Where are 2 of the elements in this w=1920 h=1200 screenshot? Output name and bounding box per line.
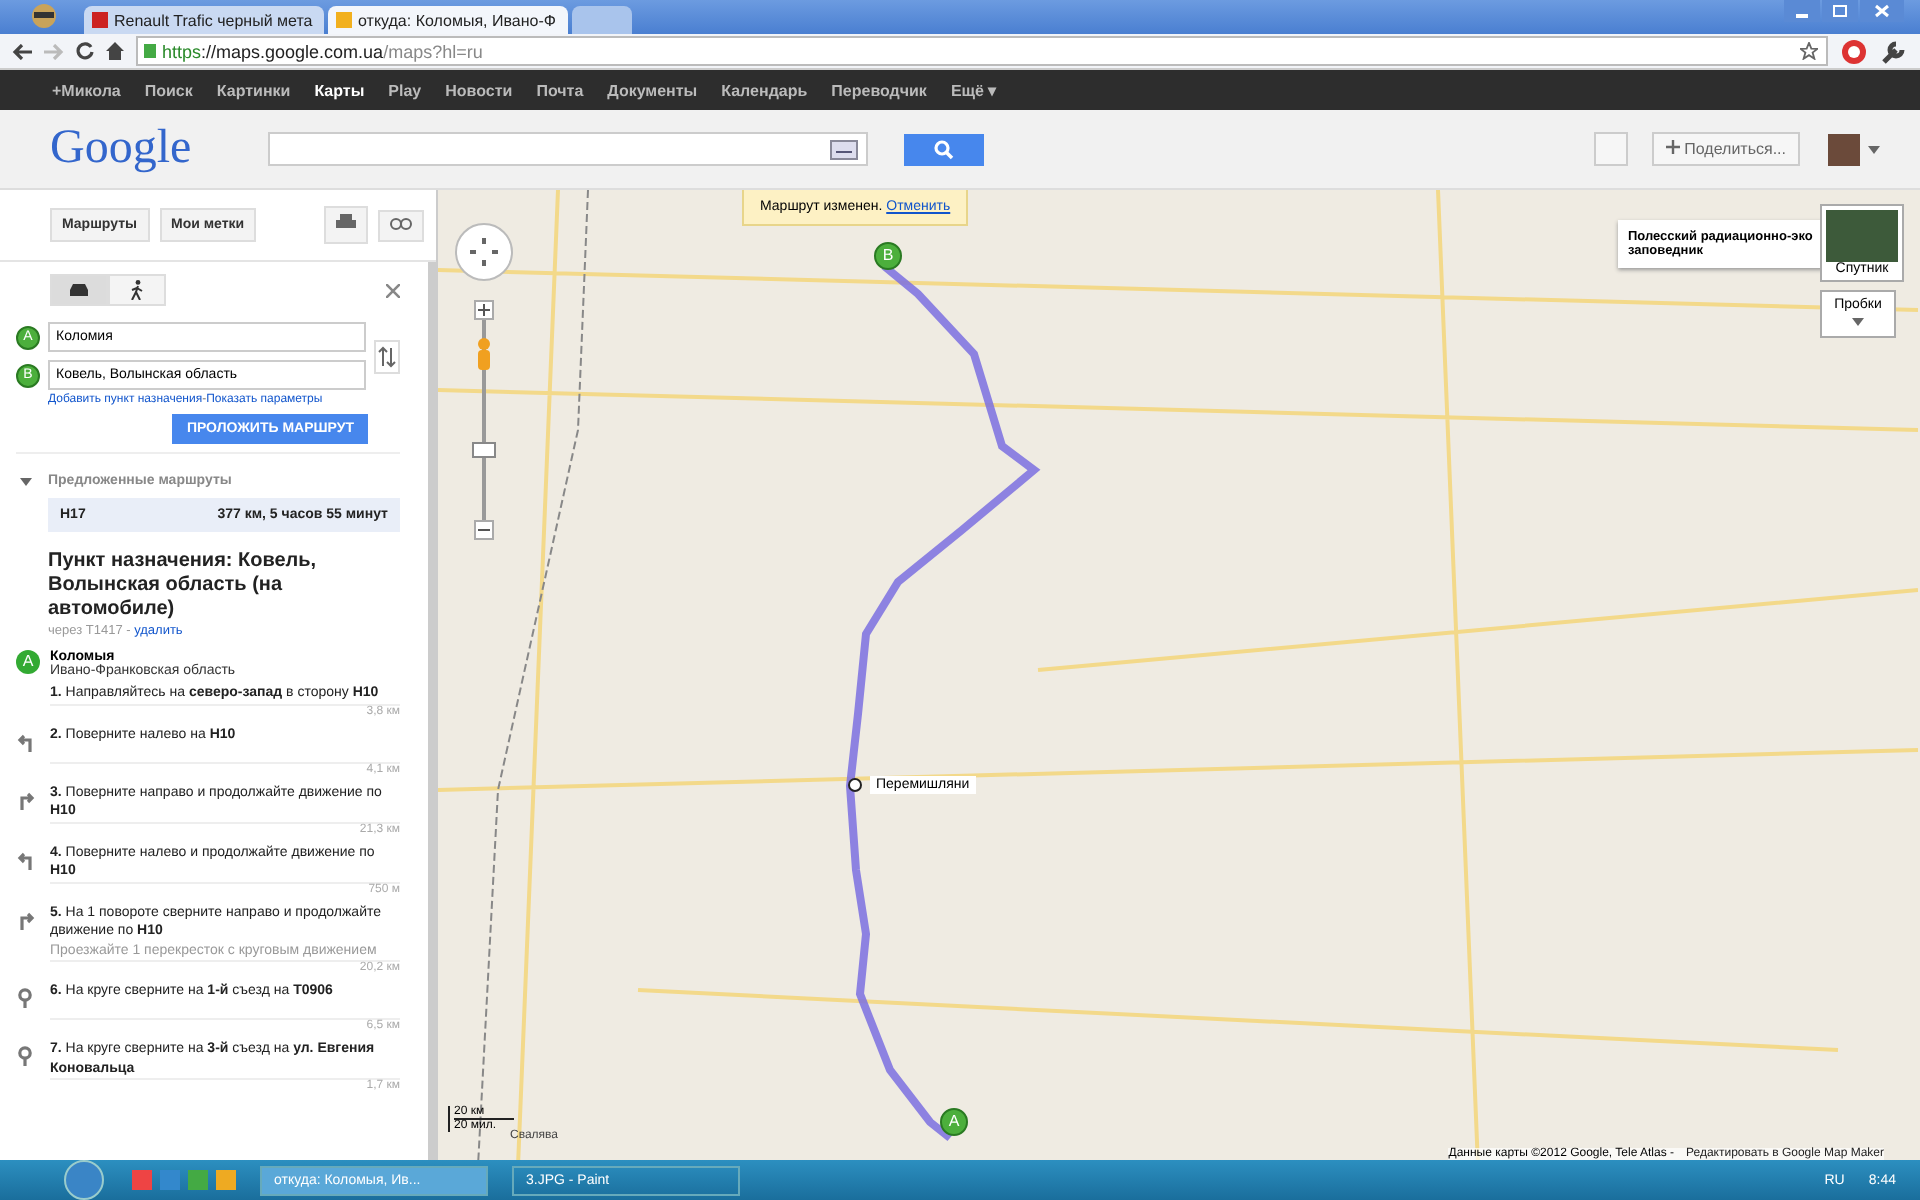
destination-title: Пункт назначения: Ковель, Волынская область (на автомобиле) [48,550,319,622]
start-marker: A [16,650,40,674]
